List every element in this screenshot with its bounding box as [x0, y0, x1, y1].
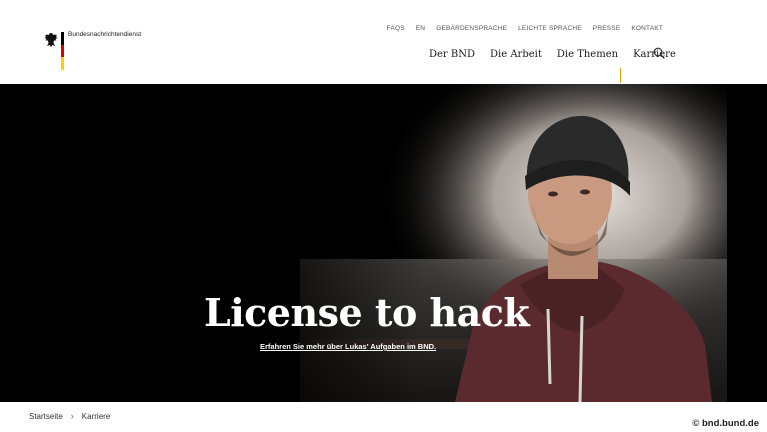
breadcrumb-startseite[interactable]: Startseite [29, 412, 63, 421]
photo-credit: © bnd.bund.de [690, 418, 761, 429]
meta-navigation: FAQS EN GEBÄRDENSPRACHE LEICHTE SPRACHE … [387, 25, 663, 32]
hero-cta-link[interactable]: Erfahren Sie mehr über Lukas' Aufgaben i… [260, 342, 436, 351]
nav-die-themen[interactable]: Die Themen [557, 49, 618, 60]
breadcrumb-karriere: Karriere [81, 411, 111, 421]
logo-text: Bundesnachrichtendienst [68, 31, 141, 38]
breadcrumb-separator: › [70, 411, 74, 421]
hero-banner: License to hack Erfahren Sie mehr über L… [0, 84, 767, 402]
main-navigation: Der BND Die Arbeit Die Themen Karriere [429, 49, 676, 60]
meta-nav-en[interactable]: EN [416, 25, 425, 32]
meta-nav-gebaerdensprache[interactable]: GEBÄRDENSPRACHE [436, 25, 507, 32]
federal-eagle-icon [44, 33, 58, 47]
hero-photo [0, 84, 767, 402]
nav-die-arbeit[interactable]: Die Arbeit [490, 49, 542, 60]
search-icon[interactable] [653, 47, 665, 59]
meta-nav-presse[interactable]: PRESSE [593, 25, 621, 32]
site-header: Bundesnachrichtendienst FAQS EN GEBÄRDEN… [0, 0, 767, 84]
meta-nav-kontakt[interactable]: KONTAKT [631, 25, 663, 32]
meta-nav-leichte-sprache[interactable]: LEICHTE SPRACHE [518, 25, 582, 32]
hero-title: License to hack [204, 290, 530, 335]
german-flag-bar [61, 32, 64, 70]
meta-nav-faqs[interactable]: FAQS [387, 25, 405, 32]
active-nav-indicator [620, 68, 621, 83]
breadcrumb: Startseite › Karriere [29, 411, 110, 421]
bnd-logo[interactable]: Bundesnachrichtendienst [44, 30, 144, 72]
nav-der-bnd[interactable]: Der BND [429, 49, 475, 60]
